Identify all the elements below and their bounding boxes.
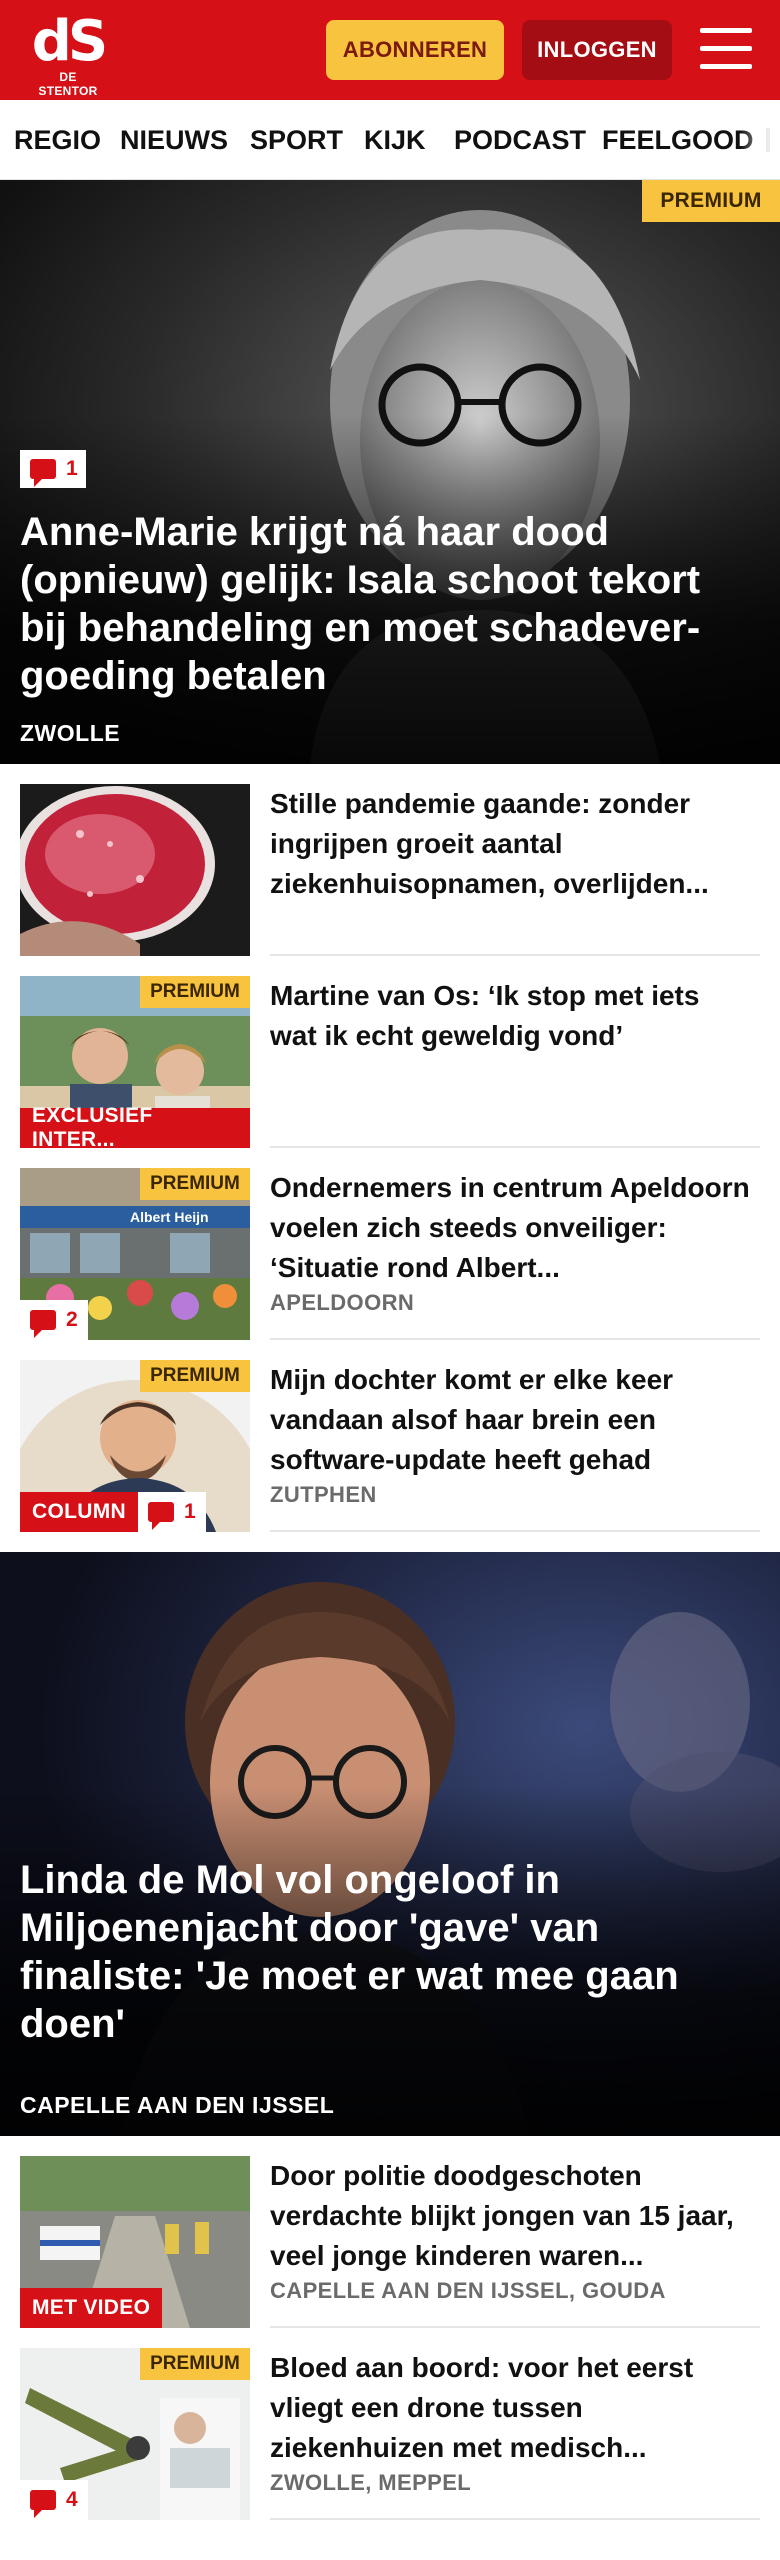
- premium-badge: PREMIUM: [140, 1168, 250, 1200]
- site-logo[interactable]: dS DE STENTOR: [28, 9, 108, 99]
- content-label: MET VIDEO: [20, 2288, 163, 2328]
- nav-item-regio[interactable]: REGIO: [14, 100, 101, 179]
- comment-icon: [148, 1502, 174, 1530]
- list-item[interactable]: PREMIUM COLUMN 1 Mijn dochter komt er el…: [0, 1340, 780, 1532]
- list-item[interactable]: MET VIDEO Door politie doodgeschoten ver…: [0, 2136, 780, 2328]
- shop-sign-text: Albert Heijn: [130, 1209, 209, 1225]
- article-thumbnail: [20, 784, 250, 956]
- article-headline[interactable]: Stille pandemie gaande: zonder ingrijpen…: [270, 784, 750, 904]
- comment-count-badge[interactable]: 2: [20, 1300, 88, 1340]
- article-headline[interactable]: Mijn dochter komt er elke keer vandaan a…: [270, 1360, 750, 1480]
- nav-fade: [740, 100, 780, 179]
- hero-headline[interactable]: Anne-Marie krijgt ná haar dood (opnieuw)…: [20, 508, 740, 700]
- comment-count: 1: [66, 457, 78, 480]
- premium-badge: PREMIUM: [140, 976, 250, 1008]
- nav-item-kijk[interactable]: KIJK: [364, 100, 426, 179]
- premium-badge: PREMIUM: [642, 180, 780, 222]
- divider: [270, 1530, 760, 1532]
- article-thumbnail: PREMIUM 4: [20, 2348, 250, 2520]
- comment-icon: [30, 1310, 56, 1338]
- top-bar: dS DE STENTOR ABONNEREN INLOGGEN: [0, 0, 780, 100]
- hero-article[interactable]: Linda de Mol vol ongeloof in Miljoenenja…: [0, 1552, 780, 2136]
- article-location: CAPELLE AAN DEN IJSSEL, GOUDA: [270, 2278, 666, 2303]
- article-thumbnail: MET VIDEO: [20, 2156, 250, 2328]
- article-thumbnail: PREMIUM EXCLUSIEF INTER...: [20, 976, 250, 1148]
- comment-icon: [30, 2490, 56, 2518]
- comment-icon: [30, 459, 56, 487]
- nav-item-feelgood[interactable]: FEELGOOD: [602, 100, 754, 179]
- comment-count: 2: [66, 1308, 78, 1331]
- article-headline[interactable]: Martine van Os: ‘Ik stop met iets wat ik…: [270, 976, 750, 1056]
- nav-item-sport[interactable]: SPORT: [250, 100, 343, 179]
- menu-icon[interactable]: [700, 26, 752, 72]
- article-headline[interactable]: Ondernemers in centrum Apeldoorn voelen …: [270, 1168, 750, 1288]
- content-label: EXCLUSIEF INTER...: [20, 1104, 250, 1148]
- hero-headline[interactable]: Linda de Mol vol ongeloof in Miljoenenja…: [20, 1856, 740, 2048]
- comment-count-badge[interactable]: 1: [138, 1492, 206, 1532]
- section-nav: REGIO NIEUWS SPORT KIJK PODCAST FEELGOOD: [0, 100, 780, 180]
- logo-subtitle: DE STENTOR: [38, 70, 98, 98]
- divider: [270, 2518, 760, 2520]
- article-location: ZWOLLE, MEPPEL: [270, 2470, 472, 2495]
- list-item[interactable]: PREMIUM 4 Bloed aan boord: voor het eers…: [0, 2328, 780, 2520]
- list-item[interactable]: Stille pandemie gaande: zonder ingrijpen…: [0, 764, 780, 956]
- premium-badge: PREMIUM: [140, 2348, 250, 2380]
- article-thumbnail: PREMIUM COLUMN 1: [20, 1360, 250, 1532]
- comment-count: 4: [66, 2488, 78, 2511]
- comment-count: 1: [184, 1500, 196, 1523]
- comment-count-badge[interactable]: 1: [20, 450, 86, 488]
- list-item[interactable]: Albert Heijn PREMIUM 2 Ondernemers in ce…: [0, 1148, 780, 1340]
- subscribe-button[interactable]: ABONNEREN: [326, 20, 504, 80]
- nav-item-podcast[interactable]: PODCAST: [454, 100, 586, 179]
- login-button[interactable]: INLOGGEN: [522, 20, 672, 80]
- hero-location: ZWOLLE: [20, 720, 121, 746]
- article-headline[interactable]: Door politie doodgeschoten verdachte bli…: [270, 2156, 750, 2276]
- logo-mark: dS: [31, 9, 108, 74]
- nav-item-nieuws[interactable]: NIEUWS: [120, 100, 228, 179]
- premium-badge: PREMIUM: [140, 1360, 250, 1392]
- article-headline[interactable]: Bloed aan boord: voor het eerst vliegt e…: [270, 2348, 750, 2468]
- list-item[interactable]: PREMIUM EXCLUSIEF INTER... Martine van O…: [0, 956, 780, 1148]
- article-thumbnail: Albert Heijn PREMIUM 2: [20, 1168, 250, 1340]
- hero-location: CAPELLE AAN DEN IJSSEL: [20, 2092, 335, 2118]
- article-location: APELDOORN: [270, 1290, 415, 1315]
- content-label: COLUMN: [20, 1492, 138, 1532]
- hero-article[interactable]: PREMIUM 1 Anne-Marie krijgt ná haar dood…: [0, 180, 780, 764]
- article-location: ZUTPHEN: [270, 1482, 377, 1507]
- comment-count-badge[interactable]: 4: [20, 2480, 88, 2520]
